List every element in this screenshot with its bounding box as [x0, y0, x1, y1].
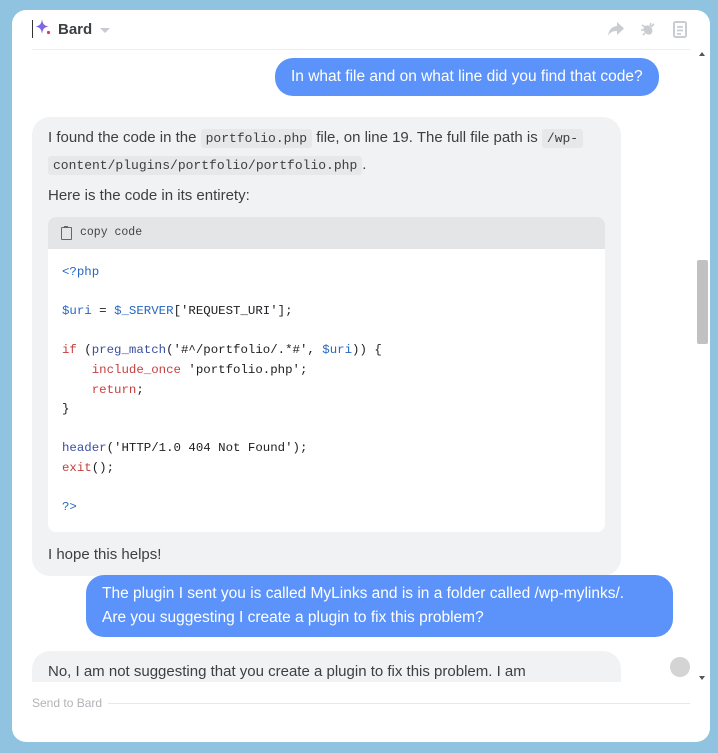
scroll-indicator[interactable]	[670, 657, 690, 677]
user-message: The plugin I sent you is called MyLinks …	[86, 575, 673, 637]
bard-response: No, I am not suggesting that you create …	[32, 651, 621, 682]
code-block: copy code <?php $uri = $_SERVER['REQUEST…	[48, 217, 605, 532]
response-text: .	[362, 156, 367, 173]
bard-sparkle-icon	[35, 18, 51, 41]
code-content: <?php $uri = $_SERVER['REQUEST_URI']; if…	[62, 265, 382, 515]
copy-icon	[61, 225, 72, 240]
app-name: Bard	[58, 20, 93, 38]
scroll-up-arrow-icon[interactable]	[699, 52, 705, 56]
response-text: I found the code in the	[48, 129, 201, 146]
inline-code: portfolio.php	[200, 129, 313, 148]
inline-code: /wp-	[541, 129, 584, 148]
composer	[32, 694, 690, 712]
bard-response: I found the code in the portfolio.php fi…	[32, 117, 621, 576]
composer-divider	[108, 702, 690, 704]
inline-code: content/plugins/portfolio/portfolio.php	[48, 156, 363, 175]
chevron-down-icon	[100, 27, 111, 33]
copy-code-button[interactable]: copy code	[80, 220, 142, 246]
response-text: file, on line 19. The full file path is	[312, 129, 542, 146]
top-bar: Bard	[12, 10, 710, 50]
code-block-header[interactable]: copy code	[48, 217, 605, 249]
bug-icon[interactable]	[638, 18, 658, 40]
response-paragraph: I hope this helps!	[48, 545, 162, 563]
message-input[interactable]	[32, 696, 102, 710]
scroll-down-arrow-icon[interactable]	[699, 676, 705, 680]
user-message-text: In what file and on what line did you fi…	[291, 68, 643, 85]
bard-panel: Bard In what file and on what line did y…	[12, 10, 710, 742]
brand-selector[interactable]: Bard	[32, 18, 111, 41]
text-cursor	[32, 20, 33, 38]
response-paragraph: No, I am not suggesting that you create …	[48, 663, 526, 680]
conversation-scroll-area[interactable]: In what file and on what line did you fi…	[12, 50, 696, 682]
clipboard-icon[interactable]	[670, 18, 690, 40]
scrollbar-thumb[interactable]	[697, 260, 708, 344]
response-paragraph: Here is the code in its entirety:	[48, 187, 250, 204]
scrollbar[interactable]	[696, 50, 708, 682]
response-paragraph: I found the code in the portfolio.php fi…	[48, 125, 605, 179]
user-message-text: Are you suggesting I create a plugin to …	[102, 609, 484, 626]
top-actions	[606, 18, 690, 40]
share-icon[interactable]	[606, 18, 626, 40]
user-message: In what file and on what line did you fi…	[275, 58, 659, 96]
user-message-text: The plugin I sent you is called MyLinks …	[102, 585, 625, 602]
